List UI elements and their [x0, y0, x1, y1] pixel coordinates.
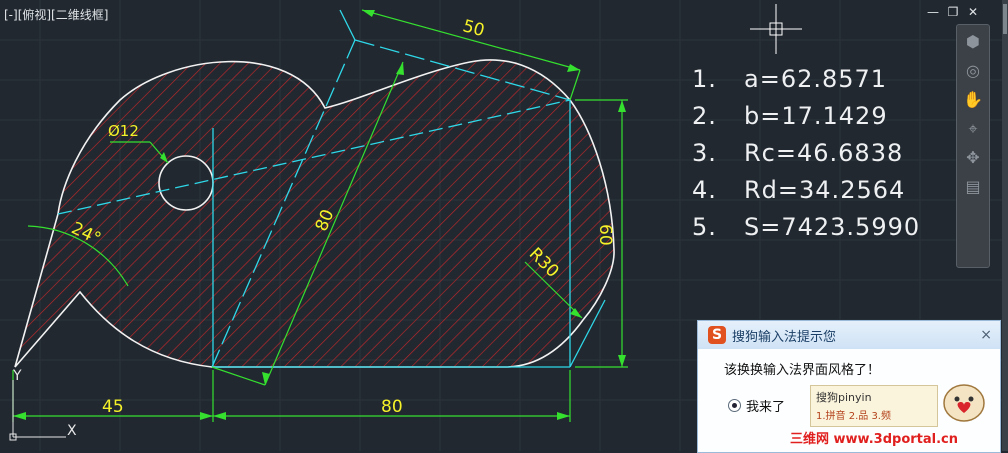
- scroll-thumb[interactable]: [1003, 4, 1007, 34]
- dim-text-50[interactable]: 50: [461, 16, 487, 41]
- ime-title: 搜狗输入法提示您: [732, 329, 837, 345]
- restore-icon[interactable]: ❐: [946, 5, 960, 19]
- result-text: Rd=34.2564: [744, 175, 906, 204]
- ime-header: S 搜狗输入法提示您 ×: [698, 321, 1000, 349]
- minimize-icon[interactable]: —: [926, 5, 940, 19]
- result-text: Rc=46.6838: [744, 138, 904, 167]
- vertical-scrollbar[interactable]: [1002, 0, 1008, 451]
- zoom-icon[interactable]: ⌖: [961, 117, 985, 141]
- crosshair-cursor: [750, 4, 802, 54]
- sogou-logo-icon: S: [708, 326, 726, 344]
- mascot-icon: [943, 384, 985, 422]
- showmotion-icon[interactable]: ▤: [961, 175, 985, 199]
- orbit-icon[interactable]: ✥: [961, 146, 985, 170]
- ime-preview-word: 搜狗pinyin: [816, 391, 872, 404]
- watermark: 三维网 www.3dportal.cn: [790, 432, 959, 447]
- result-row: 4. Rd=34.2564: [692, 171, 920, 208]
- pan-icon[interactable]: ✋: [961, 88, 985, 112]
- result-number: 5.: [692, 212, 717, 241]
- ime-message: 该换换输入法界面风格了！: [724, 363, 881, 378]
- ime-option-label[interactable]: 我来了: [746, 396, 785, 415]
- result-row: 1. a=62.8571: [692, 60, 920, 97]
- result-number: 4.: [692, 175, 717, 204]
- ime-skin-preview[interactable]: 搜狗pinyin 1.拼音 2.品 3.频: [810, 385, 938, 427]
- ime-option-radio[interactable]: [728, 399, 741, 412]
- navigation-bar: ⬢ ◎ ✋ ⌖ ✥ ▤: [956, 24, 990, 268]
- dim-text-45[interactable]: 45: [102, 397, 124, 417]
- dim-text-diameter[interactable]: Ø12: [108, 122, 139, 140]
- ucs-icon: [9, 380, 66, 441]
- results-list: 1. a=62.8571 2. b=17.1429 3. Rc=46.6838 4. R…: [692, 60, 920, 245]
- dim-text-80-base[interactable]: 80: [381, 397, 403, 417]
- ucs-x-label: X: [67, 423, 77, 439]
- close-icon[interactable]: ✕: [966, 5, 980, 19]
- viewcube-icon[interactable]: ⬢: [961, 30, 985, 54]
- dim-text-60[interactable]: 60: [595, 224, 615, 246]
- result-row: 2. b=17.1429: [692, 97, 920, 134]
- result-row: 3. Rc=46.6838: [692, 134, 920, 171]
- result-row: 5. S=7423.5990: [692, 208, 920, 245]
- viewport-control-label[interactable]: [-][俯视][二维线框]: [4, 6, 108, 23]
- close-icon[interactable]: ×: [980, 327, 992, 343]
- result-number: 2.: [692, 101, 717, 130]
- hatched-profile: [14, 59, 615, 368]
- result-text: b=17.1429: [744, 101, 888, 130]
- result-text: a=62.8571: [744, 64, 888, 93]
- result-number: 1.: [692, 64, 717, 93]
- ime-preview-candidates: 1.拼音 2.品 3.频: [816, 411, 891, 422]
- steering-wheel-icon[interactable]: ◎: [961, 59, 985, 83]
- result-number: 3.: [692, 138, 717, 167]
- result-text: S=7423.5990: [744, 212, 921, 241]
- ucs-y-label: Y: [12, 368, 22, 384]
